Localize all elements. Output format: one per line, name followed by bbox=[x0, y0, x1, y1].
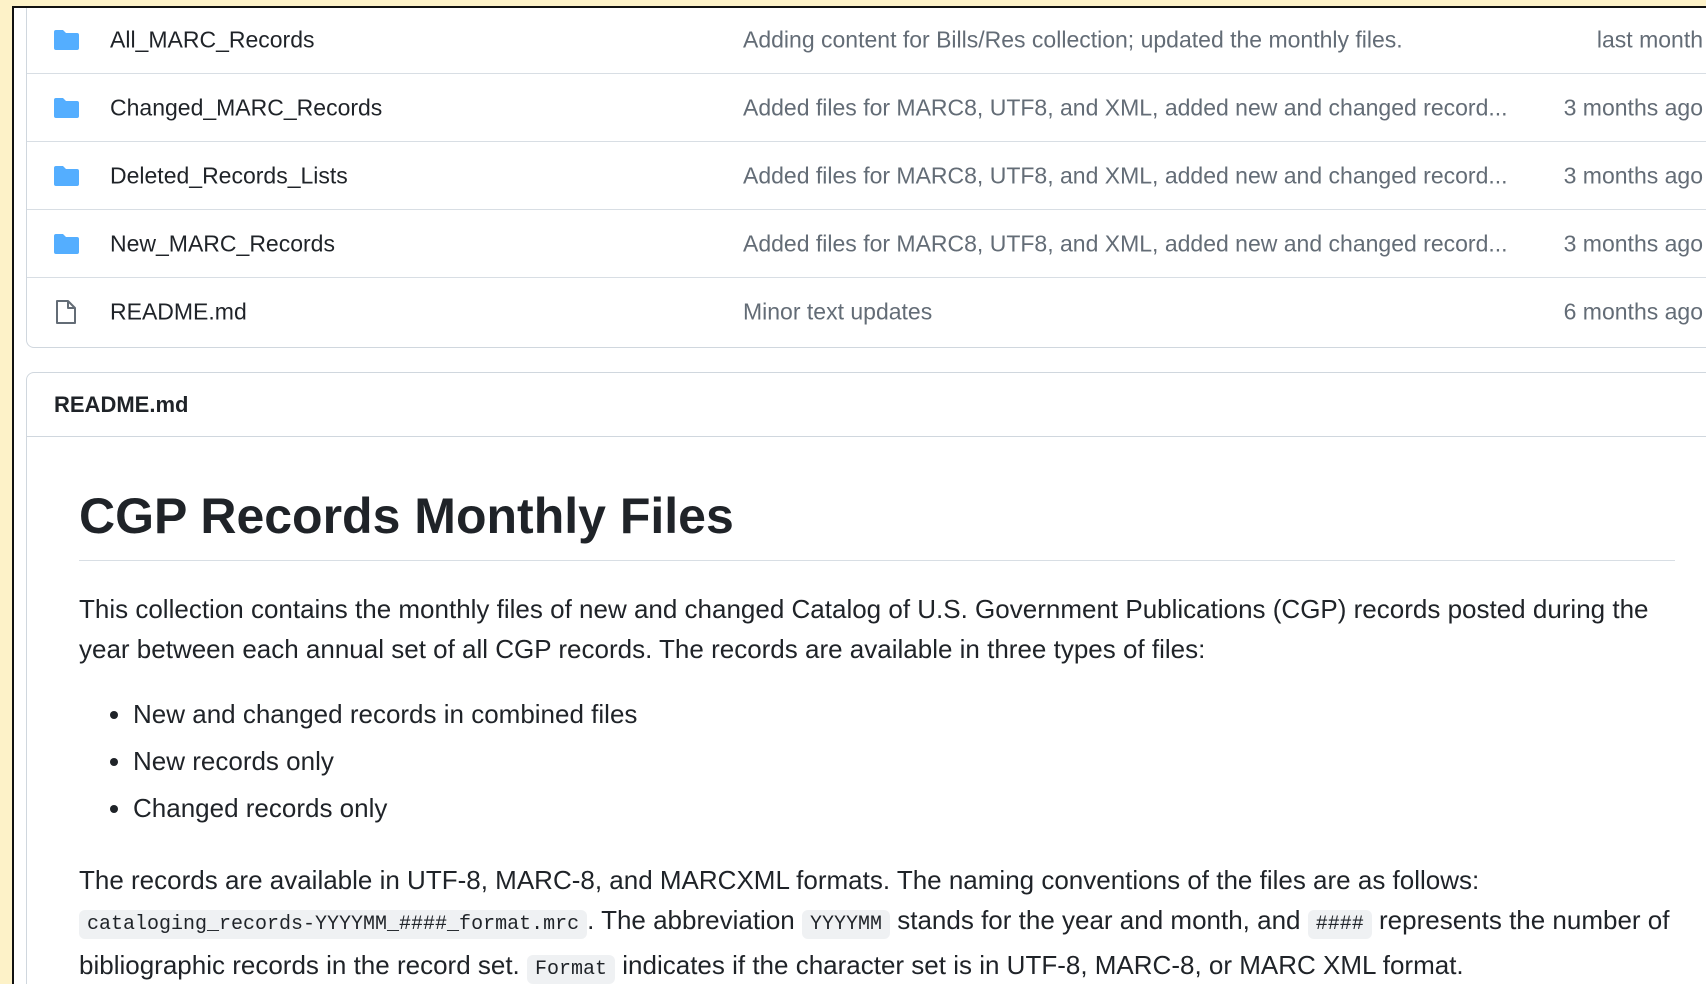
file-name-link[interactable]: README.md bbox=[110, 299, 247, 326]
file-name-link[interactable]: All_MARC_Records bbox=[110, 26, 315, 53]
stands-text: stands for the year and month, and bbox=[897, 905, 1301, 935]
file-icon bbox=[52, 300, 80, 324]
commit-message-link[interactable]: Adding content for Bills/Res collection;… bbox=[743, 26, 1403, 53]
commit-age: 6 months ago bbox=[1563, 298, 1703, 325]
file-name-link[interactable]: Changed_MARC_Records bbox=[110, 94, 382, 121]
file-types-list: New and changed records in combined file… bbox=[79, 691, 1675, 832]
folder-icon bbox=[52, 164, 80, 188]
list-item: New records only bbox=[133, 738, 1675, 785]
commit-message-link[interactable]: Minor text updates bbox=[743, 299, 932, 326]
readme-intro: This collection contains the monthly fil… bbox=[79, 594, 1649, 664]
abbrev-text: . The abbreviation bbox=[587, 905, 795, 935]
file-row-new-marc-records[interactable]: New_MARC_Records Added files for MARC8, … bbox=[27, 210, 1706, 278]
list-item: Changed records only bbox=[133, 785, 1675, 832]
folder-icon bbox=[52, 28, 80, 52]
readme-formats-paragraph: The records are available in UTF-8, MARC… bbox=[79, 860, 1675, 984]
file-row-changed-marc-records[interactable]: Changed_MARC_Records Added files for MAR… bbox=[27, 74, 1706, 142]
folder-icon bbox=[52, 96, 80, 120]
browser-viewport: All_MARC_Records Adding content for Bill… bbox=[12, 6, 1706, 984]
file-row-deleted-records-lists[interactable]: Deleted_Records_Lists Added files for MA… bbox=[27, 142, 1706, 210]
file-name-link[interactable]: Deleted_Records_Lists bbox=[110, 162, 348, 189]
commit-age: last month bbox=[1596, 26, 1703, 52]
formats-text: The records are available in UTF-8, MARC… bbox=[79, 865, 1480, 895]
file-name-link[interactable]: New_MARC_Records bbox=[110, 230, 335, 257]
file-row-readme[interactable]: README.md Minor text updates 6 months ag… bbox=[27, 278, 1706, 346]
readme-header: README.md bbox=[27, 373, 1706, 437]
commit-message-link[interactable]: Added files for MARC8, UTF8, and XML, ad… bbox=[743, 94, 1508, 121]
commit-age: 3 months ago bbox=[1563, 230, 1703, 256]
commit-age: 3 months ago bbox=[1563, 162, 1703, 188]
yyyymm-code: YYYYMM bbox=[802, 910, 891, 939]
commit-message-link[interactable]: Added files for MARC8, UTF8, and XML, ad… bbox=[743, 162, 1508, 189]
readme-title: CGP Records Monthly Files bbox=[79, 437, 1675, 561]
commit-message-link[interactable]: Added files for MARC8, UTF8, and XML, ad… bbox=[743, 230, 1508, 257]
file-row-all-marc-records[interactable]: All_MARC_Records Adding content for Bill… bbox=[27, 8, 1706, 74]
file-list: All_MARC_Records Adding content for Bill… bbox=[26, 8, 1706, 348]
readme-panel: README.md CGP Records Monthly Files This… bbox=[26, 372, 1706, 984]
readme-body: CGP Records Monthly Files This collectio… bbox=[79, 437, 1675, 984]
format-code: Format bbox=[527, 955, 616, 984]
indicates-text: indicates if the character set is in UTF… bbox=[622, 950, 1464, 980]
hash-code: #### bbox=[1307, 910, 1372, 939]
list-item: New and changed records in combined file… bbox=[133, 691, 1675, 738]
folder-icon bbox=[52, 232, 80, 256]
readme-header-title[interactable]: README.md bbox=[54, 392, 188, 418]
filename-code: cataloging_records-YYYYMM_####_format.mr… bbox=[79, 910, 588, 939]
commit-age: 3 months ago bbox=[1563, 94, 1703, 120]
